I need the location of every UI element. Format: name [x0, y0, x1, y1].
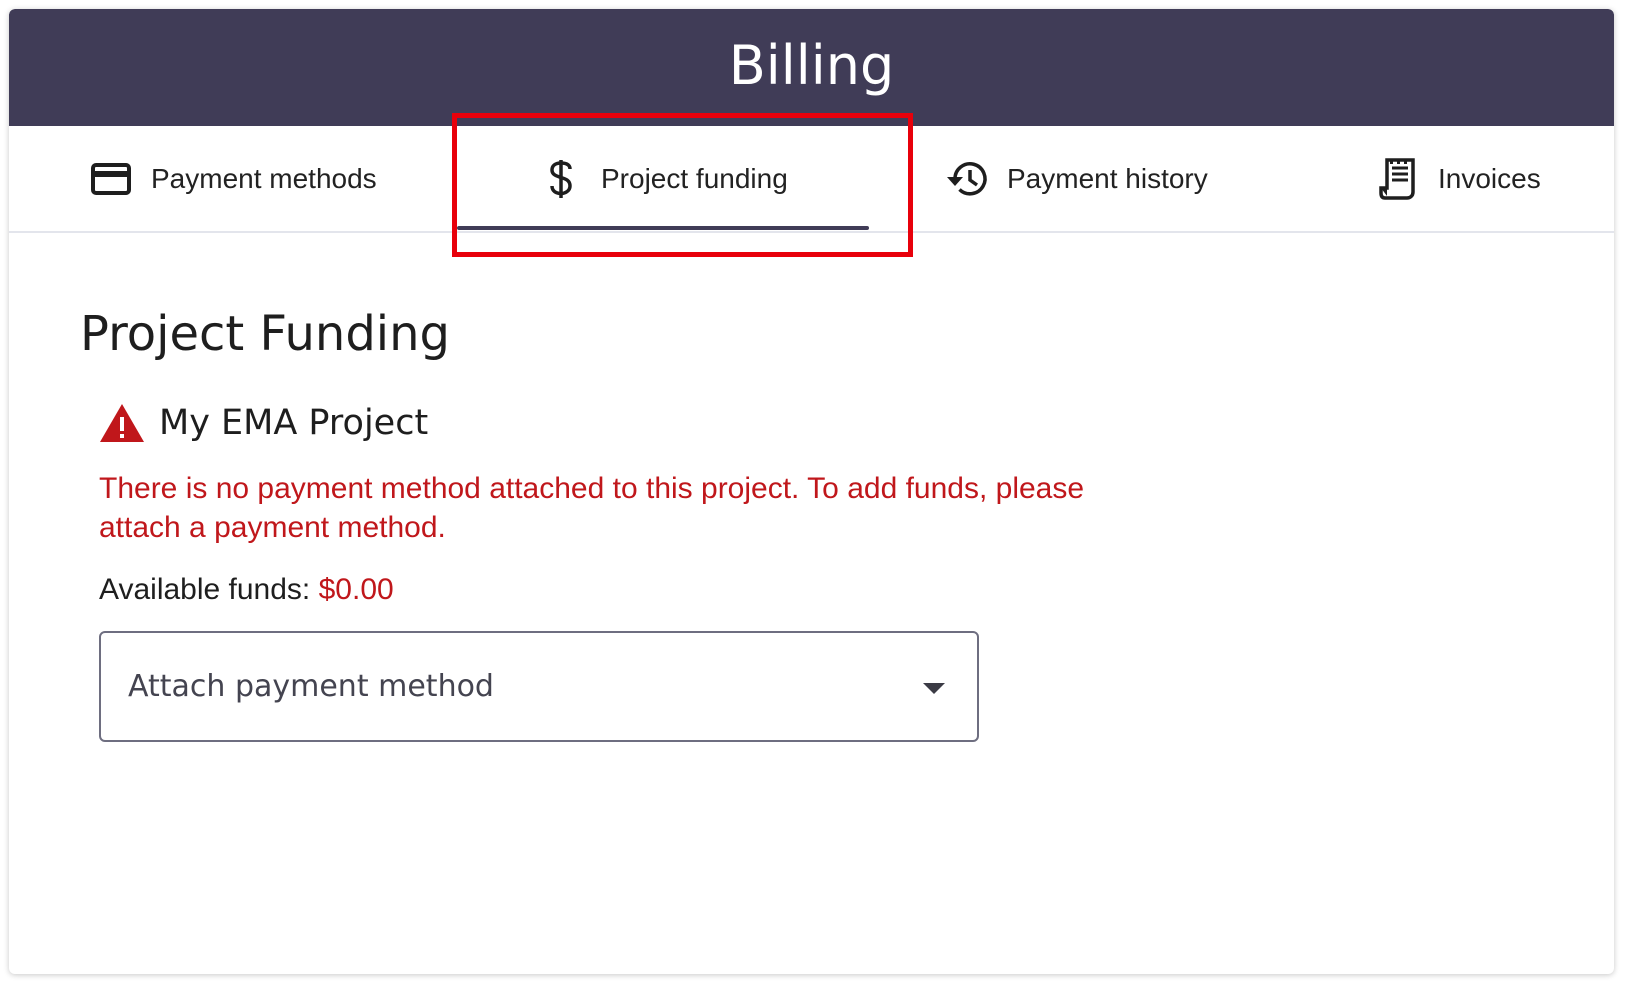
- funds-label: Available funds:: [99, 573, 311, 606]
- caret-down-icon: [923, 683, 945, 694]
- tab-payment-history[interactable]: Payment history: [945, 126, 1208, 231]
- active-tab-indicator: [457, 226, 869, 230]
- tab-payment-methods[interactable]: Payment methods: [89, 126, 377, 231]
- available-funds: Available funds: $0.00: [99, 571, 394, 609]
- error-message: There is no payment method attached to t…: [99, 472, 1085, 544]
- tab-label: Payment methods: [151, 162, 377, 194]
- tab-label: Payment history: [1007, 162, 1208, 194]
- page-header-title: Billing: [728, 34, 895, 97]
- tab-project-funding[interactable]: Project funding: [539, 126, 788, 231]
- history-icon: [945, 157, 989, 201]
- project-header: My EMA Project: [99, 401, 428, 445]
- tab-invoices[interactable]: Invoices: [1376, 126, 1541, 231]
- dollar-icon: [539, 157, 583, 201]
- tab-label: Invoices: [1438, 162, 1541, 194]
- billing-tabs: Payment methods Project funding Payment …: [9, 126, 1614, 233]
- select-placeholder: Attach payment method: [128, 669, 494, 704]
- billing-header: Billing: [9, 9, 1614, 126]
- billing-card: Billing Payment methods Project funding: [9, 9, 1614, 974]
- page-title: Project Funding: [80, 306, 451, 362]
- warning-icon: [100, 404, 144, 442]
- receipt-icon: [1376, 157, 1420, 201]
- project-name: My EMA Project: [159, 403, 429, 443]
- attach-payment-method-select[interactable]: Attach payment method: [99, 631, 979, 742]
- tab-label: Project funding: [601, 162, 788, 194]
- credit-card-icon: [89, 157, 133, 201]
- funds-value: $0.00: [318, 573, 394, 606]
